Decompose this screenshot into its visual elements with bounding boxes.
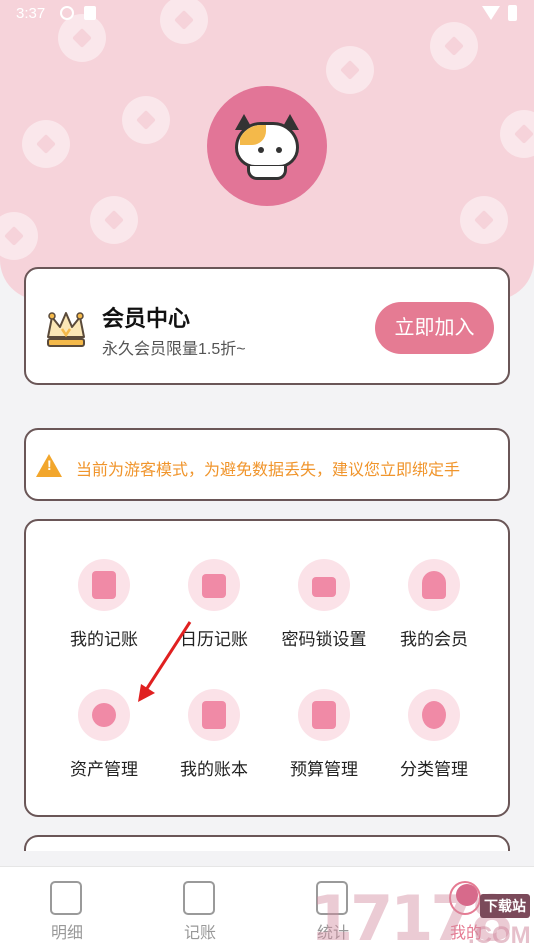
status-time: 3:37 (16, 5, 46, 22)
coin-decoration (90, 196, 138, 244)
watermark-site-label: 下载站 (480, 894, 530, 918)
tab-label: 明细 (50, 925, 83, 942)
vip-center-card[interactable]: 会员中心 永久会员限量1.5折~ 立即加入 (24, 267, 510, 385)
guest-mode-notice[interactable]: ! 当前为游客模式，为避免数据丢失，建议您立即绑定手 (24, 428, 510, 501)
wifi-icon (482, 6, 500, 20)
menu-item-my-ledger[interactable]: 我的记账 (49, 559, 159, 659)
ledger-icon (78, 559, 130, 611)
download-notification-icon (84, 6, 96, 20)
receipt-search-icon (50, 881, 82, 915)
member-icon (408, 559, 460, 611)
coin-decoration (0, 212, 38, 260)
menu-label: 我的会员 (400, 630, 468, 649)
coin-decoration (500, 110, 534, 158)
coin-decoration (22, 120, 70, 168)
yen-coin-icon (78, 689, 130, 741)
user-avatar[interactable] (207, 86, 327, 206)
category-icon (408, 689, 460, 741)
app-notification-icon (60, 6, 74, 20)
watermark-com: .COM (468, 922, 531, 949)
coin-decoration (460, 196, 508, 244)
warning-icon: ! (36, 454, 62, 477)
menu-item-budget-management[interactable]: 预算管理 (269, 689, 379, 789)
feature-menu-card: 我的记账 日历记账 密码锁设置 我的会员 资产管理 我的账本 预算管理 分类管理 (24, 519, 510, 817)
notebook-icon (183, 881, 215, 915)
next-card-partial (24, 835, 510, 851)
battery-icon (508, 5, 517, 21)
menu-item-calendar[interactable]: 日历记账 (159, 559, 269, 659)
menu-item-category-management[interactable]: 分类管理 (379, 689, 489, 789)
budget-chart-icon (298, 689, 350, 741)
watermark-ball-icon (456, 884, 478, 906)
menu-label: 日历记账 (180, 630, 248, 649)
join-now-button[interactable]: 立即加入 (375, 302, 494, 354)
site-watermark: 17178 下载站 .COM (310, 870, 531, 950)
tab-bookkeeping[interactable]: 记账 (150, 879, 250, 949)
menu-item-my-account-book[interactable]: 我的账本 (159, 689, 269, 789)
tab-details[interactable]: 明细 (17, 879, 117, 949)
menu-item-asset-management[interactable]: 资产管理 (49, 689, 159, 789)
tab-label: 记账 (183, 925, 216, 942)
menu-label: 资产管理 (70, 760, 138, 779)
vip-subtitle: 永久会员限量1.5折~ (102, 341, 246, 358)
menu-item-password-lock[interactable]: 密码锁设置 (269, 559, 379, 659)
notice-text: 当前为游客模式，为避免数据丢失，建议您立即绑定手 (76, 462, 461, 479)
vip-title: 会员中心 (102, 306, 191, 331)
clipboard-icon (188, 689, 240, 741)
crown-icon (47, 312, 85, 347)
menu-label: 分类管理 (400, 760, 468, 779)
status-bar: 3:37 (0, 0, 534, 30)
menu-item-my-membership[interactable]: 我的会员 (379, 559, 489, 659)
menu-label: 密码锁设置 (281, 630, 367, 649)
lock-icon (298, 559, 350, 611)
menu-label: 我的账本 (180, 760, 248, 779)
menu-label: 预算管理 (290, 760, 358, 779)
menu-label: 我的记账 (70, 630, 138, 649)
calendar-icon (188, 559, 240, 611)
coin-decoration (122, 96, 170, 144)
cat-avatar-icon (229, 112, 305, 180)
coin-decoration (326, 46, 374, 94)
